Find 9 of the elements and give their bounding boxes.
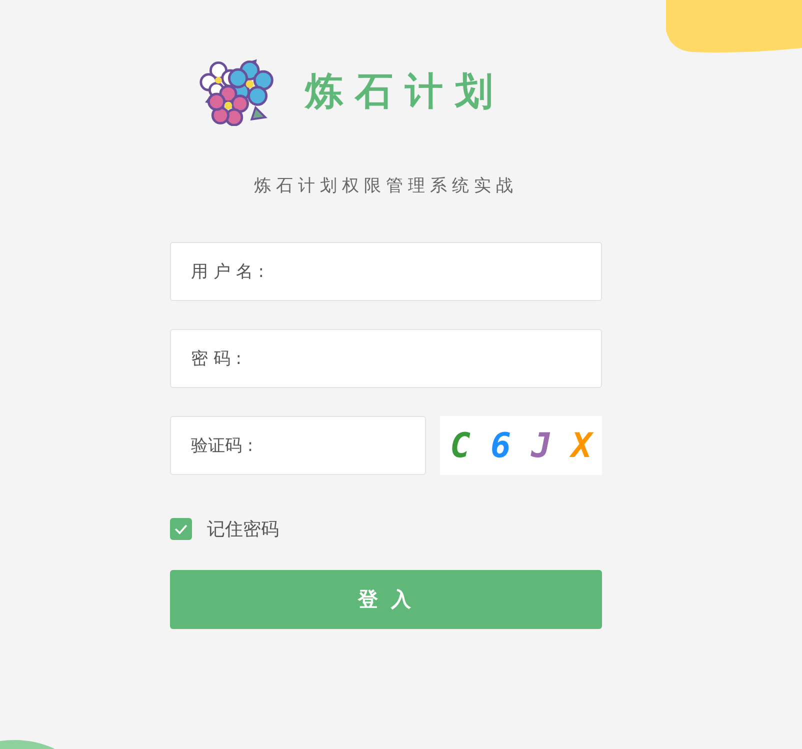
login-button[interactable]: 登 入: [170, 570, 602, 629]
remember-checkbox[interactable]: [170, 518, 192, 540]
captcha-field[interactable]: 验证码 :: [170, 416, 426, 475]
input-field[interactable]: 用 户 名 :: [170, 242, 602, 301]
remember-label[interactable]: 记住密码: [207, 517, 279, 541]
app-title: 炼石计划: [305, 68, 505, 114]
input-field[interactable]: 密 码 :: [170, 329, 602, 388]
app-subtitle: 炼石计划权限管理系统实战: [253, 175, 519, 198]
captcha-image[interactable]: C 6 J X: [440, 416, 602, 475]
